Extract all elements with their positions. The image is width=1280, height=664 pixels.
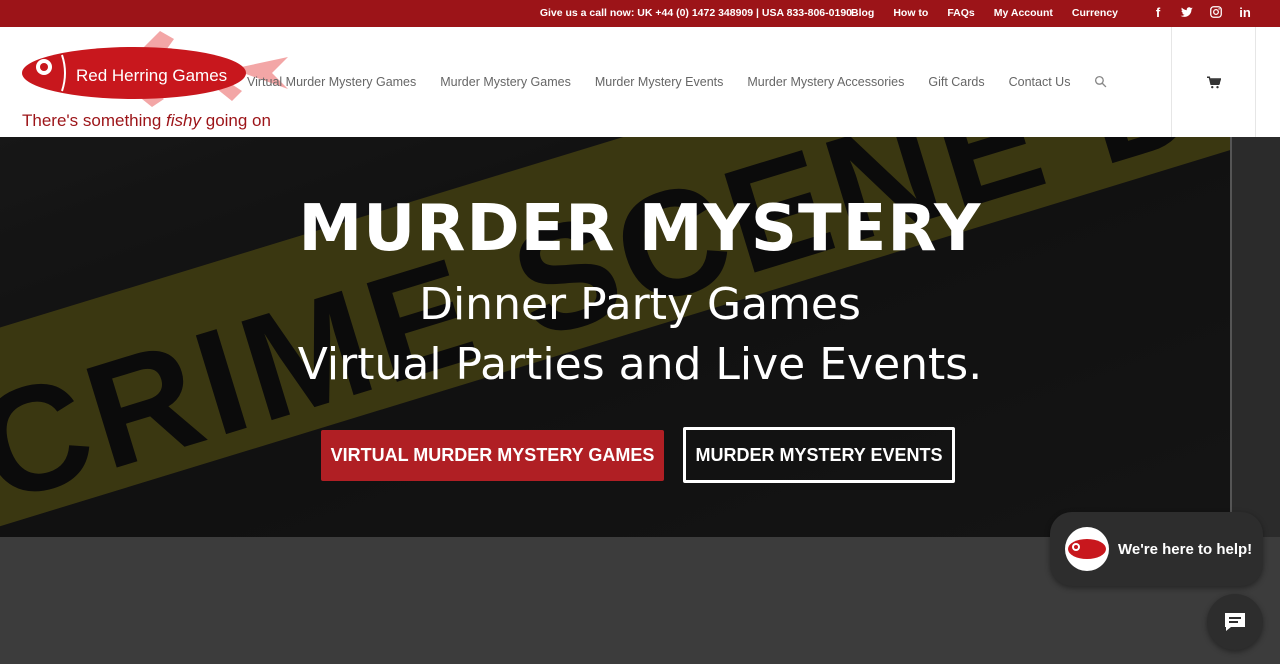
- facebook-icon[interactable]: f: [1151, 5, 1165, 21]
- site-header: Red Herring Games There's something fish…: [0, 27, 1280, 137]
- phone-numbers: Give us a call now: UK +44 (0) 1472 3489…: [539, 7, 852, 19]
- chat-icon: [1225, 613, 1245, 631]
- top-link-my-account[interactable]: My Account: [994, 7, 1053, 19]
- hero-subtitle-2: Virtual Parties and Live Events.: [297, 339, 983, 390]
- top-link-blog[interactable]: Blog: [851, 7, 874, 19]
- chat-greeting[interactable]: We're here to help!: [1050, 512, 1263, 586]
- cart-button[interactable]: [1171, 27, 1256, 137]
- events-button[interactable]: MURDER MYSTERY EVENTS: [683, 427, 955, 483]
- linkedin-icon[interactable]: in: [1238, 5, 1252, 21]
- cart-icon: [1206, 76, 1221, 88]
- nav-virtual-murder-mystery-games[interactable]: Virtual Murder Mystery Games: [247, 75, 416, 89]
- top-link-currency[interactable]: Currency: [1072, 7, 1118, 19]
- nav-contact-us[interactable]: Contact Us: [1009, 75, 1071, 89]
- instagram-icon[interactable]: [1209, 5, 1223, 21]
- nav-murder-mystery-events[interactable]: Murder Mystery Events: [595, 75, 724, 89]
- search-icon[interactable]: [1094, 75, 1108, 89]
- nav-gift-cards[interactable]: Gift Cards: [928, 75, 984, 89]
- top-bar: Give us a call now: UK +44 (0) 1472 3489…: [0, 0, 1280, 27]
- top-link-faqs[interactable]: FAQs: [947, 7, 974, 19]
- logo-name: Red Herring Games: [76, 66, 228, 85]
- nav-murder-mystery-accessories[interactable]: Murder Mystery Accessories: [747, 75, 904, 89]
- chat-greeting-text: We're here to help!: [1118, 540, 1253, 558]
- top-link-how-to[interactable]: How to: [893, 7, 928, 19]
- virtual-games-button[interactable]: VIRTUAL MURDER MYSTERY GAMES: [321, 430, 664, 481]
- chat-avatar: [1065, 527, 1109, 571]
- twitter-icon[interactable]: [1180, 5, 1194, 21]
- hero-subtitle-1: Dinner Party Games: [419, 279, 861, 330]
- main-nav: Virtual Murder Mystery Games Murder Myst…: [247, 27, 1108, 137]
- logo-tagline: There's something fishy going on: [22, 111, 271, 130]
- hero-content: MURDER MYSTERY Dinner Party Games Virtua…: [0, 137, 1280, 537]
- nav-murder-mystery-games[interactable]: Murder Mystery Games: [440, 75, 571, 89]
- chat-button[interactable]: [1207, 594, 1263, 650]
- hero-title: MURDER MYSTERY: [298, 192, 982, 266]
- social-links: f in: [1151, 5, 1252, 21]
- top-links: Blog How to FAQs My Account Currency: [851, 7, 1118, 19]
